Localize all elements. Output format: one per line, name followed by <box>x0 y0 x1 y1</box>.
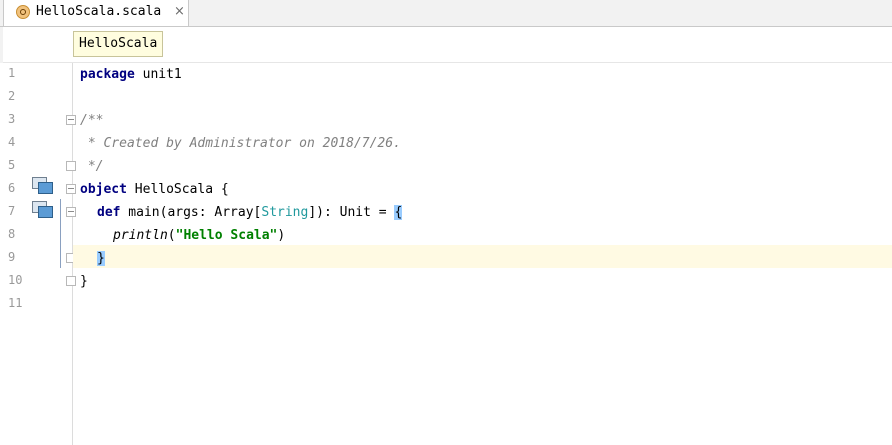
code-line-6: object HelloScala { <box>80 178 229 201</box>
breadcrumb-item-helloscala[interactable]: HelloScala <box>73 31 164 57</box>
code-text: ( <box>167 228 176 243</box>
line-number: 1 <box>8 66 16 80</box>
tab-label: HelloScala.scala <box>36 4 162 19</box>
matched-brace: { <box>394 205 403 220</box>
code-line-4: * Created by Administrator on 2018/7/26. <box>80 136 401 151</box>
line-number: 8 <box>8 227 16 241</box>
line-number: 4 <box>8 135 16 149</box>
code-text: unit1 <box>134 67 182 82</box>
breadcrumb: HelloScala <box>0 27 892 63</box>
line-number: 7 <box>8 204 16 218</box>
keyword: def <box>97 205 121 220</box>
scala-object-icon <box>16 5 30 19</box>
type-name: String <box>261 205 309 220</box>
line-number: 9 <box>8 250 16 264</box>
line-number: 10 <box>8 273 23 287</box>
line-number: 11 <box>8 296 23 310</box>
code-line-8: println("Hello Scala") <box>113 224 285 247</box>
ide-window: HelloScala.scala × HelloScala 1 2 3 4 5 … <box>0 0 892 445</box>
code-text: ) <box>277 228 286 243</box>
code-text: ]): Unit = <box>308 205 395 220</box>
method-scope-guide <box>60 199 61 268</box>
string-literal: "Hello Scala" <box>175 228 278 243</box>
editor-tab-bar: HelloScala.scala × <box>0 0 892 27</box>
code-line-7: def main(args: Array[String]): Unit = { <box>97 201 403 224</box>
code-line-5: */ <box>80 159 104 174</box>
code-line-3: /** <box>80 113 104 128</box>
line-number: 6 <box>8 181 16 195</box>
line-number: 5 <box>8 158 16 172</box>
function-call: println <box>113 228 168 243</box>
code-line-9: } <box>97 247 105 270</box>
close-tab-icon[interactable]: × <box>174 4 185 20</box>
line-number: 3 <box>8 112 16 126</box>
keyword: object <box>80 182 127 197</box>
editor-tab-helloscala[interactable]: HelloScala.scala × <box>3 0 189 26</box>
current-line-highlight <box>73 245 892 268</box>
code-text: main(args: Array[ <box>120 205 262 220</box>
editor-gutter: 1 2 3 4 5 6 7 8 9 10 11 <box>0 63 76 445</box>
code-line-1: package unit1 <box>80 63 182 86</box>
code-text: HelloScala { <box>126 182 229 197</box>
code-line-10: } <box>80 274 88 289</box>
run-method-icon[interactable] <box>32 201 54 219</box>
code-editor[interactable]: package unit1 /** * Created by Administr… <box>73 63 892 445</box>
keyword: package <box>80 67 135 82</box>
matched-brace: } <box>97 251 105 266</box>
line-number: 2 <box>8 89 16 103</box>
run-object-icon[interactable] <box>32 177 54 195</box>
